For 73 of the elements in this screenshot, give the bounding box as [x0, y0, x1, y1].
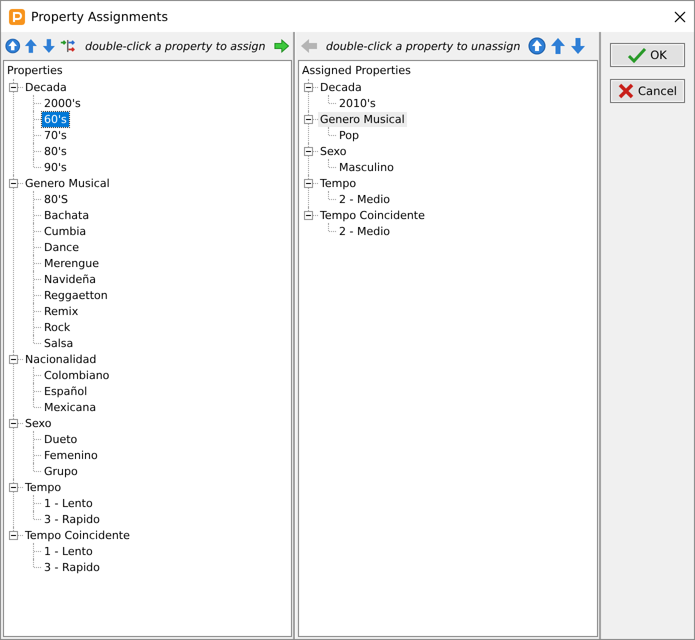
- move-to-top-icon[interactable]: [5, 37, 20, 55]
- toolbar-hint: double-click a property to assign: [85, 40, 266, 52]
- tree-item[interactable]: Remix: [42, 304, 80, 318]
- tree-root-label: Properties: [7, 64, 63, 77]
- tree-item[interactable]: Masculino: [337, 160, 396, 174]
- toolbar-hint: double-click a property to unassign: [326, 40, 520, 52]
- tree-item[interactable]: Pop: [337, 128, 361, 142]
- tree-item[interactable]: 2010's: [337, 96, 378, 110]
- tree-item[interactable]: Colombiano: [42, 368, 112, 382]
- tree-item[interactable]: 60's: [42, 112, 69, 126]
- collapse-icon[interactable]: [304, 210, 313, 220]
- tree-root-label: Assigned Properties: [302, 64, 411, 77]
- right-arrow-icon[interactable]: [274, 38, 289, 54]
- app-icon: [9, 8, 25, 24]
- collapse-icon[interactable]: [9, 354, 18, 364]
- tree-item[interactable]: 2000's: [42, 96, 83, 110]
- down-arrow-icon[interactable]: [42, 37, 56, 55]
- tree-item[interactable]: 3 - Rapido: [42, 512, 102, 526]
- tree-item[interactable]: Nacionalidad: [23, 352, 98, 366]
- collapse-icon[interactable]: [304, 178, 313, 188]
- tree-item[interactable]: 80's: [42, 144, 69, 158]
- up-arrow-icon[interactable]: [24, 37, 38, 55]
- tree-item[interactable]: Sexo: [23, 416, 54, 430]
- tree-item[interactable]: Tempo: [318, 176, 358, 190]
- collapse-icon[interactable]: [9, 82, 18, 92]
- tree-item[interactable]: Decada: [23, 80, 69, 94]
- collapse-icon[interactable]: [304, 82, 313, 92]
- tree-item[interactable]: 80'S: [42, 192, 70, 206]
- tree-item[interactable]: Grupo: [42, 464, 80, 478]
- cross-icon: [618, 83, 634, 99]
- check-icon: [628, 47, 646, 63]
- tree-item[interactable]: Dueto: [42, 432, 80, 446]
- collapse-icon[interactable]: [9, 418, 18, 428]
- tree-item[interactable]: 70's: [42, 128, 69, 142]
- up-arrow-icon[interactable]: [550, 37, 566, 55]
- tree-view[interactable]: Assigned Properties Decada 2010's Genero Musical Pop Sexo Masculino Tempo 2 - Medio Tempo Coincidente 2 - Medio: [298, 60, 598, 637]
- tree-item[interactable]: 1 - Lento: [42, 544, 95, 558]
- down-arrow-icon[interactable]: [570, 37, 586, 55]
- tree-item[interactable]: Tempo Coincidente: [318, 208, 427, 222]
- cancel-button[interactable]: Cancel: [610, 79, 685, 103]
- tree-item[interactable]: Genero Musical: [318, 112, 407, 126]
- tree-item[interactable]: 2 - Medio: [337, 192, 392, 206]
- tree-view[interactable]: [3, 60, 292, 637]
- ok-button[interactable]: OK: [610, 43, 685, 67]
- swap-arrows-icon[interactable]: [60, 37, 78, 55]
- tree-item[interactable]: Femenino: [42, 448, 100, 462]
- move-to-top-icon[interactable]: [528, 37, 546, 55]
- collapse-icon[interactable]: [304, 114, 313, 124]
- tree-item[interactable]: Salsa: [42, 336, 76, 350]
- collapse-icon[interactable]: [9, 482, 18, 492]
- collapse-icon[interactable]: [9, 530, 18, 540]
- tree-item[interactable]: Reggaetton: [42, 288, 110, 302]
- tree-item[interactable]: Bachata: [42, 208, 92, 222]
- tree-item[interactable]: 2 - Medio: [337, 224, 392, 238]
- tree-item[interactable]: Cumbia: [42, 224, 88, 238]
- tree-item[interactable]: Merengue: [42, 256, 101, 270]
- tree-item[interactable]: 1 - Lento: [42, 496, 95, 510]
- tree-item[interactable]: 90's: [42, 160, 69, 174]
- collapse-icon[interactable]: [304, 146, 313, 156]
- tree-item[interactable]: Sexo: [318, 144, 348, 158]
- tree-item[interactable]: Decada: [318, 80, 364, 94]
- close-icon[interactable]: [674, 10, 686, 22]
- tree-item[interactable]: Dance: [42, 240, 81, 254]
- tree-item[interactable]: Tempo: [23, 480, 64, 494]
- tree-item[interactable]: Genero Musical: [23, 176, 112, 190]
- tree-item[interactable]: Español: [42, 384, 90, 398]
- tree-item[interactable]: Navideña: [42, 272, 98, 286]
- tree-item[interactable]: Rock: [42, 320, 72, 334]
- tree-item[interactable]: Tempo Coincidente: [23, 528, 132, 542]
- tree-item[interactable]: 3 - Rapido: [42, 560, 102, 574]
- collapse-icon[interactable]: [9, 178, 18, 188]
- window-title: Property Assignments: [31, 9, 169, 24]
- tree-item[interactable]: Mexicana: [42, 400, 98, 414]
